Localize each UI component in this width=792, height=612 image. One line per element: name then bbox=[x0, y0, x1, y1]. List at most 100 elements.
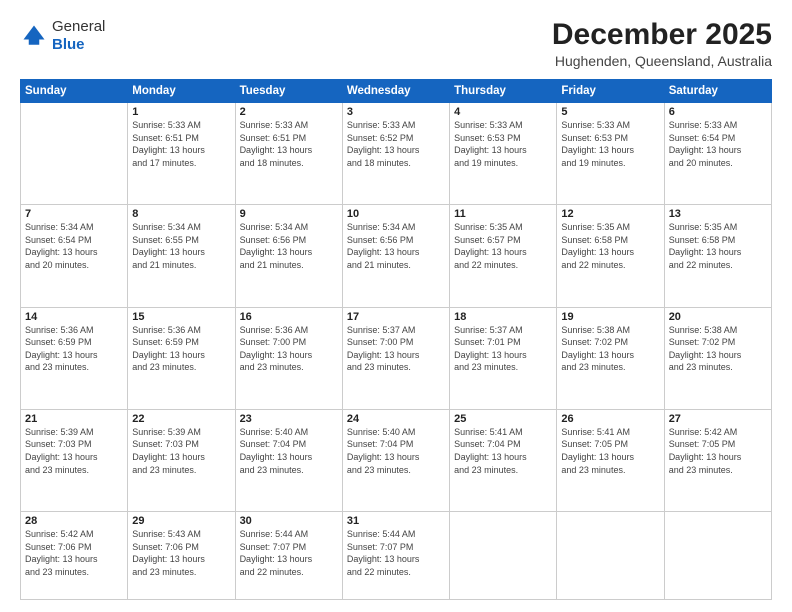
calendar-week-1: 1Sunrise: 5:33 AM Sunset: 6:51 PM Daylig… bbox=[21, 103, 772, 205]
calendar-cell: 16Sunrise: 5:36 AM Sunset: 7:00 PM Dayli… bbox=[235, 307, 342, 409]
day-info: Sunrise: 5:35 AM Sunset: 6:58 PM Dayligh… bbox=[669, 221, 767, 271]
day-number: 13 bbox=[669, 208, 767, 220]
calendar-cell: 3Sunrise: 5:33 AM Sunset: 6:52 PM Daylig… bbox=[342, 103, 449, 205]
calendar-header: Sunday Monday Tuesday Wednesday Thursday… bbox=[21, 80, 772, 103]
col-sunday: Sunday bbox=[21, 80, 128, 103]
calendar-cell: 22Sunrise: 5:39 AM Sunset: 7:03 PM Dayli… bbox=[128, 409, 235, 511]
calendar-week-2: 7Sunrise: 5:34 AM Sunset: 6:54 PM Daylig… bbox=[21, 205, 772, 307]
logo: General Blue bbox=[20, 18, 105, 54]
day-info: Sunrise: 5:41 AM Sunset: 7:05 PM Dayligh… bbox=[561, 426, 659, 476]
calendar-cell: 12Sunrise: 5:35 AM Sunset: 6:58 PM Dayli… bbox=[557, 205, 664, 307]
day-number: 9 bbox=[240, 208, 338, 220]
col-tuesday: Tuesday bbox=[235, 80, 342, 103]
calendar-cell: 28Sunrise: 5:42 AM Sunset: 7:06 PM Dayli… bbox=[21, 512, 128, 600]
col-thursday: Thursday bbox=[450, 80, 557, 103]
day-info: Sunrise: 5:37 AM Sunset: 7:01 PM Dayligh… bbox=[454, 324, 552, 374]
day-info: Sunrise: 5:42 AM Sunset: 7:06 PM Dayligh… bbox=[25, 528, 123, 578]
calendar-cell bbox=[664, 512, 771, 600]
day-info: Sunrise: 5:44 AM Sunset: 7:07 PM Dayligh… bbox=[347, 528, 445, 578]
day-info: Sunrise: 5:33 AM Sunset: 6:51 PM Dayligh… bbox=[132, 119, 230, 169]
calendar-cell: 14Sunrise: 5:36 AM Sunset: 6:59 PM Dayli… bbox=[21, 307, 128, 409]
calendar-cell bbox=[557, 512, 664, 600]
day-number: 30 bbox=[240, 515, 338, 527]
day-number: 19 bbox=[561, 311, 659, 323]
calendar-week-5: 28Sunrise: 5:42 AM Sunset: 7:06 PM Dayli… bbox=[21, 512, 772, 600]
day-info: Sunrise: 5:44 AM Sunset: 7:07 PM Dayligh… bbox=[240, 528, 338, 578]
day-info: Sunrise: 5:39 AM Sunset: 7:03 PM Dayligh… bbox=[25, 426, 123, 476]
day-info: Sunrise: 5:34 AM Sunset: 6:54 PM Dayligh… bbox=[25, 221, 123, 271]
calendar-cell: 18Sunrise: 5:37 AM Sunset: 7:01 PM Dayli… bbox=[450, 307, 557, 409]
calendar-cell: 21Sunrise: 5:39 AM Sunset: 7:03 PM Dayli… bbox=[21, 409, 128, 511]
header-row: Sunday Monday Tuesday Wednesday Thursday… bbox=[21, 80, 772, 103]
day-info: Sunrise: 5:43 AM Sunset: 7:06 PM Dayligh… bbox=[132, 528, 230, 578]
day-info: Sunrise: 5:38 AM Sunset: 7:02 PM Dayligh… bbox=[669, 324, 767, 374]
day-info: Sunrise: 5:42 AM Sunset: 7:05 PM Dayligh… bbox=[669, 426, 767, 476]
calendar-cell: 25Sunrise: 5:41 AM Sunset: 7:04 PM Dayli… bbox=[450, 409, 557, 511]
calendar-cell: 7Sunrise: 5:34 AM Sunset: 6:54 PM Daylig… bbox=[21, 205, 128, 307]
col-monday: Monday bbox=[128, 80, 235, 103]
page: General Blue December 2025 Hughenden, Qu… bbox=[0, 0, 792, 612]
day-info: Sunrise: 5:33 AM Sunset: 6:51 PM Dayligh… bbox=[240, 119, 338, 169]
calendar-cell: 26Sunrise: 5:41 AM Sunset: 7:05 PM Dayli… bbox=[557, 409, 664, 511]
day-info: Sunrise: 5:34 AM Sunset: 6:56 PM Dayligh… bbox=[240, 221, 338, 271]
calendar-body: 1Sunrise: 5:33 AM Sunset: 6:51 PM Daylig… bbox=[21, 103, 772, 600]
day-number: 8 bbox=[132, 208, 230, 220]
day-number: 25 bbox=[454, 413, 552, 425]
day-info: Sunrise: 5:33 AM Sunset: 6:52 PM Dayligh… bbox=[347, 119, 445, 169]
day-info: Sunrise: 5:34 AM Sunset: 6:55 PM Dayligh… bbox=[132, 221, 230, 271]
day-info: Sunrise: 5:35 AM Sunset: 6:57 PM Dayligh… bbox=[454, 221, 552, 271]
day-number: 27 bbox=[669, 413, 767, 425]
day-info: Sunrise: 5:35 AM Sunset: 6:58 PM Dayligh… bbox=[561, 221, 659, 271]
day-info: Sunrise: 5:34 AM Sunset: 6:56 PM Dayligh… bbox=[347, 221, 445, 271]
day-number: 26 bbox=[561, 413, 659, 425]
calendar-cell: 8Sunrise: 5:34 AM Sunset: 6:55 PM Daylig… bbox=[128, 205, 235, 307]
day-info: Sunrise: 5:33 AM Sunset: 6:53 PM Dayligh… bbox=[454, 119, 552, 169]
day-info: Sunrise: 5:33 AM Sunset: 6:53 PM Dayligh… bbox=[561, 119, 659, 169]
main-title: December 2025 bbox=[552, 18, 772, 51]
calendar-cell: 31Sunrise: 5:44 AM Sunset: 7:07 PM Dayli… bbox=[342, 512, 449, 600]
day-number: 6 bbox=[669, 106, 767, 118]
calendar-cell: 11Sunrise: 5:35 AM Sunset: 6:57 PM Dayli… bbox=[450, 205, 557, 307]
calendar-cell: 24Sunrise: 5:40 AM Sunset: 7:04 PM Dayli… bbox=[342, 409, 449, 511]
day-number: 3 bbox=[347, 106, 445, 118]
calendar-cell: 19Sunrise: 5:38 AM Sunset: 7:02 PM Dayli… bbox=[557, 307, 664, 409]
day-number: 17 bbox=[347, 311, 445, 323]
calendar-table: Sunday Monday Tuesday Wednesday Thursday… bbox=[20, 79, 772, 600]
col-wednesday: Wednesday bbox=[342, 80, 449, 103]
logo-blue: Blue bbox=[52, 36, 105, 54]
day-number: 11 bbox=[454, 208, 552, 220]
calendar-cell: 9Sunrise: 5:34 AM Sunset: 6:56 PM Daylig… bbox=[235, 205, 342, 307]
day-number: 15 bbox=[132, 311, 230, 323]
day-info: Sunrise: 5:40 AM Sunset: 7:04 PM Dayligh… bbox=[240, 426, 338, 476]
calendar-cell: 2Sunrise: 5:33 AM Sunset: 6:51 PM Daylig… bbox=[235, 103, 342, 205]
calendar-cell: 1Sunrise: 5:33 AM Sunset: 6:51 PM Daylig… bbox=[128, 103, 235, 205]
day-number: 7 bbox=[25, 208, 123, 220]
col-friday: Friday bbox=[557, 80, 664, 103]
day-info: Sunrise: 5:38 AM Sunset: 7:02 PM Dayligh… bbox=[561, 324, 659, 374]
day-number: 4 bbox=[454, 106, 552, 118]
logo-text: General Blue bbox=[52, 18, 105, 54]
day-number: 5 bbox=[561, 106, 659, 118]
calendar-cell bbox=[21, 103, 128, 205]
calendar-week-4: 21Sunrise: 5:39 AM Sunset: 7:03 PM Dayli… bbox=[21, 409, 772, 511]
day-info: Sunrise: 5:39 AM Sunset: 7:03 PM Dayligh… bbox=[132, 426, 230, 476]
day-info: Sunrise: 5:37 AM Sunset: 7:00 PM Dayligh… bbox=[347, 324, 445, 374]
day-info: Sunrise: 5:40 AM Sunset: 7:04 PM Dayligh… bbox=[347, 426, 445, 476]
calendar-cell: 13Sunrise: 5:35 AM Sunset: 6:58 PM Dayli… bbox=[664, 205, 771, 307]
calendar-cell bbox=[450, 512, 557, 600]
header: General Blue December 2025 Hughenden, Qu… bbox=[20, 18, 772, 69]
title-block: December 2025 Hughenden, Queensland, Aus… bbox=[552, 18, 772, 69]
calendar-cell: 6Sunrise: 5:33 AM Sunset: 6:54 PM Daylig… bbox=[664, 103, 771, 205]
calendar-cell: 5Sunrise: 5:33 AM Sunset: 6:53 PM Daylig… bbox=[557, 103, 664, 205]
day-number: 20 bbox=[669, 311, 767, 323]
col-saturday: Saturday bbox=[664, 80, 771, 103]
day-number: 14 bbox=[25, 311, 123, 323]
calendar-cell: 23Sunrise: 5:40 AM Sunset: 7:04 PM Dayli… bbox=[235, 409, 342, 511]
day-number: 31 bbox=[347, 515, 445, 527]
calendar-cell: 10Sunrise: 5:34 AM Sunset: 6:56 PM Dayli… bbox=[342, 205, 449, 307]
calendar-cell: 15Sunrise: 5:36 AM Sunset: 6:59 PM Dayli… bbox=[128, 307, 235, 409]
day-info: Sunrise: 5:36 AM Sunset: 6:59 PM Dayligh… bbox=[25, 324, 123, 374]
day-info: Sunrise: 5:41 AM Sunset: 7:04 PM Dayligh… bbox=[454, 426, 552, 476]
day-number: 29 bbox=[132, 515, 230, 527]
logo-general: General bbox=[52, 18, 105, 36]
